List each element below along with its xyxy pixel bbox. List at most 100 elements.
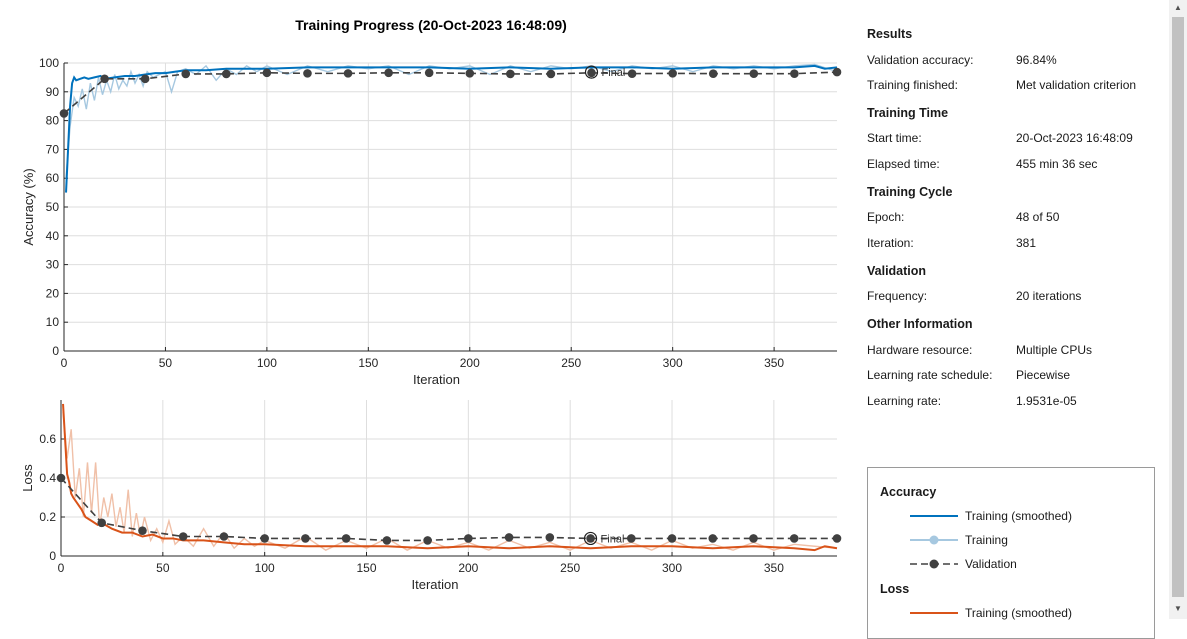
legend-acc-validation-line-icon [910, 559, 958, 569]
loss-validation-point [219, 532, 229, 541]
training-finished-label: Training finished: [867, 78, 958, 92]
loss-y-axis-label: Loss [20, 464, 35, 492]
loss-validation-point [382, 536, 392, 545]
validation-accuracy-label: Validation accuracy: [867, 53, 974, 67]
results-heading: Results [867, 27, 913, 41]
acc-x-tick-label: 200 [460, 356, 480, 370]
iteration-value: 381 [1016, 236, 1037, 250]
legend-loss-smoothed-line-icon [910, 612, 958, 614]
legend: Accuracy Training (smoothed) Training Va… [867, 467, 1155, 639]
loss-validation-point [341, 534, 351, 543]
legend-loss-heading: Loss [880, 582, 910, 596]
loss-x-axis-label: Iteration [412, 577, 459, 592]
loss-validation-point [178, 532, 188, 541]
scroll-up-arrow-icon[interactable]: ▲ [1169, 0, 1187, 16]
loss-validation-point [301, 534, 310, 543]
loss-validation-point [464, 534, 473, 543]
loss-x-tick-label: 300 [662, 561, 682, 575]
acc-validation-point [506, 69, 515, 79]
legend-acc-training-label: Training [965, 533, 1008, 547]
loss-y-tick-label: 0 [49, 549, 56, 563]
acc-validation-point [708, 69, 718, 78]
loss-validation-point [626, 534, 636, 543]
validation-heading: Validation [867, 264, 927, 278]
loss-x-tick-label: 250 [560, 561, 580, 575]
epoch-label: Epoch: [867, 210, 905, 224]
lr-schedule-value: Piecewise [1016, 368, 1071, 382]
chart-canvas: 0 50 100 150 200 250 300 350 0 10 20 30 40 50 60 70 80 90… [20, 17, 842, 592]
scroll-down-arrow-icon[interactable]: ▼ [1169, 601, 1187, 617]
loss-validation-point [138, 526, 147, 535]
hardware-resource-value: Multiple CPUs [1016, 343, 1093, 357]
acc-validation-point [343, 69, 353, 78]
start-time-value: 20-Oct-2023 16:48:09 [1016, 131, 1133, 145]
acc-validation-point [790, 69, 799, 78]
legend-acc-validation-label: Validation [965, 557, 1017, 571]
loss-validation-point [708, 534, 718, 543]
scrollbar-thumb[interactable] [1172, 17, 1184, 597]
acc-y-tick-label: 10 [46, 315, 60, 329]
loss-y-tick-label: 0.2 [39, 510, 56, 524]
learning-rate-value: 1.9531e-05 [1016, 394, 1077, 408]
learning-rate-label: Learning rate: [867, 394, 942, 408]
loss-x-tick-label: 100 [255, 561, 275, 575]
acc-validation-point [424, 68, 434, 78]
acc-x-tick-label: 0 [61, 356, 68, 370]
acc-validation-point [303, 69, 312, 78]
loss-validation-point [97, 518, 107, 528]
elapsed-time-value: 455 min 36 sec [1016, 157, 1098, 171]
acc-validation-point [181, 69, 191, 79]
acc-y-tick-label: 60 [46, 171, 60, 185]
loss-x-tick-label: 0 [58, 561, 65, 575]
elapsed-time-label: Elapsed time: [867, 157, 940, 171]
acc-y-tick-label: 30 [46, 258, 60, 272]
other-information-heading: Other Information [867, 317, 973, 331]
acc-x-tick-label: 350 [764, 356, 784, 370]
loss-validation-point [832, 534, 842, 543]
loss-validation-point [789, 534, 799, 543]
training-cycle-heading: Training Cycle [867, 185, 953, 199]
acc-x-tick-label: 300 [663, 356, 683, 370]
acc-y-tick-label: 90 [46, 85, 60, 99]
hardware-resource-label: Hardware resource: [867, 343, 973, 357]
acc-x-tick-label: 250 [561, 356, 581, 370]
loss-validation-point [545, 533, 555, 542]
acc-validation-point [384, 68, 393, 78]
loss-y-tick-label: 0.6 [39, 432, 56, 446]
acc-x-tick-label: 100 [257, 356, 277, 370]
loss-validation-point [423, 536, 432, 545]
frequency-label: Frequency: [867, 289, 928, 303]
legend-loss-smoothed-label: Training (smoothed) [965, 606, 1072, 620]
acc-y-tick-label: 40 [46, 229, 60, 243]
chart-title: Training Progress (20-Oct-2023 16:48:09) [295, 17, 567, 33]
iteration-label: Iteration: [867, 236, 914, 250]
acc-validation-point [59, 109, 69, 118]
acc-y-tick-label: 100 [39, 56, 59, 70]
training-finished-value: Met validation criterion [1016, 78, 1137, 92]
acc-x-tick-label: 50 [159, 356, 173, 370]
acc-validation-point [222, 69, 231, 79]
acc-x-axis-label: Iteration [413, 372, 460, 387]
training-progress-plots: 0 50 100 150 200 250 300 350 0 10 20 30 40 50 60 70 80 90… [0, 0, 850, 619]
acc-y-tick-label: 70 [46, 142, 60, 156]
loss-final-marker-dot [587, 534, 595, 542]
acc-validation-point [627, 69, 637, 78]
acc-validation-point [100, 74, 109, 84]
acc-y-tick-label: 0 [52, 344, 59, 358]
loss-y-tick-label: 0.4 [39, 471, 56, 485]
vertical-scrollbar[interactable]: ▲ ▼ [1169, 0, 1187, 619]
loss-x-tick-label: 350 [764, 561, 784, 575]
acc-validation-point [546, 69, 556, 79]
loss-validation-point [504, 533, 514, 542]
acc-validation-point [465, 69, 475, 78]
acc-final-marker-dot [588, 68, 596, 76]
loss-validation-point [749, 534, 758, 543]
legend-acc-smoothed-label: Training (smoothed) [965, 509, 1072, 523]
acc-validation-point [262, 68, 272, 78]
legend-acc-training-line-icon [910, 535, 958, 545]
loss-x-tick-label: 50 [156, 561, 170, 575]
acc-validation-point [668, 69, 677, 78]
start-time-label: Start time: [867, 131, 922, 145]
lr-schedule-label: Learning rate schedule: [867, 368, 993, 382]
info-panel: Results Validation accuracy: 96.84% Trai… [855, 18, 1155, 458]
